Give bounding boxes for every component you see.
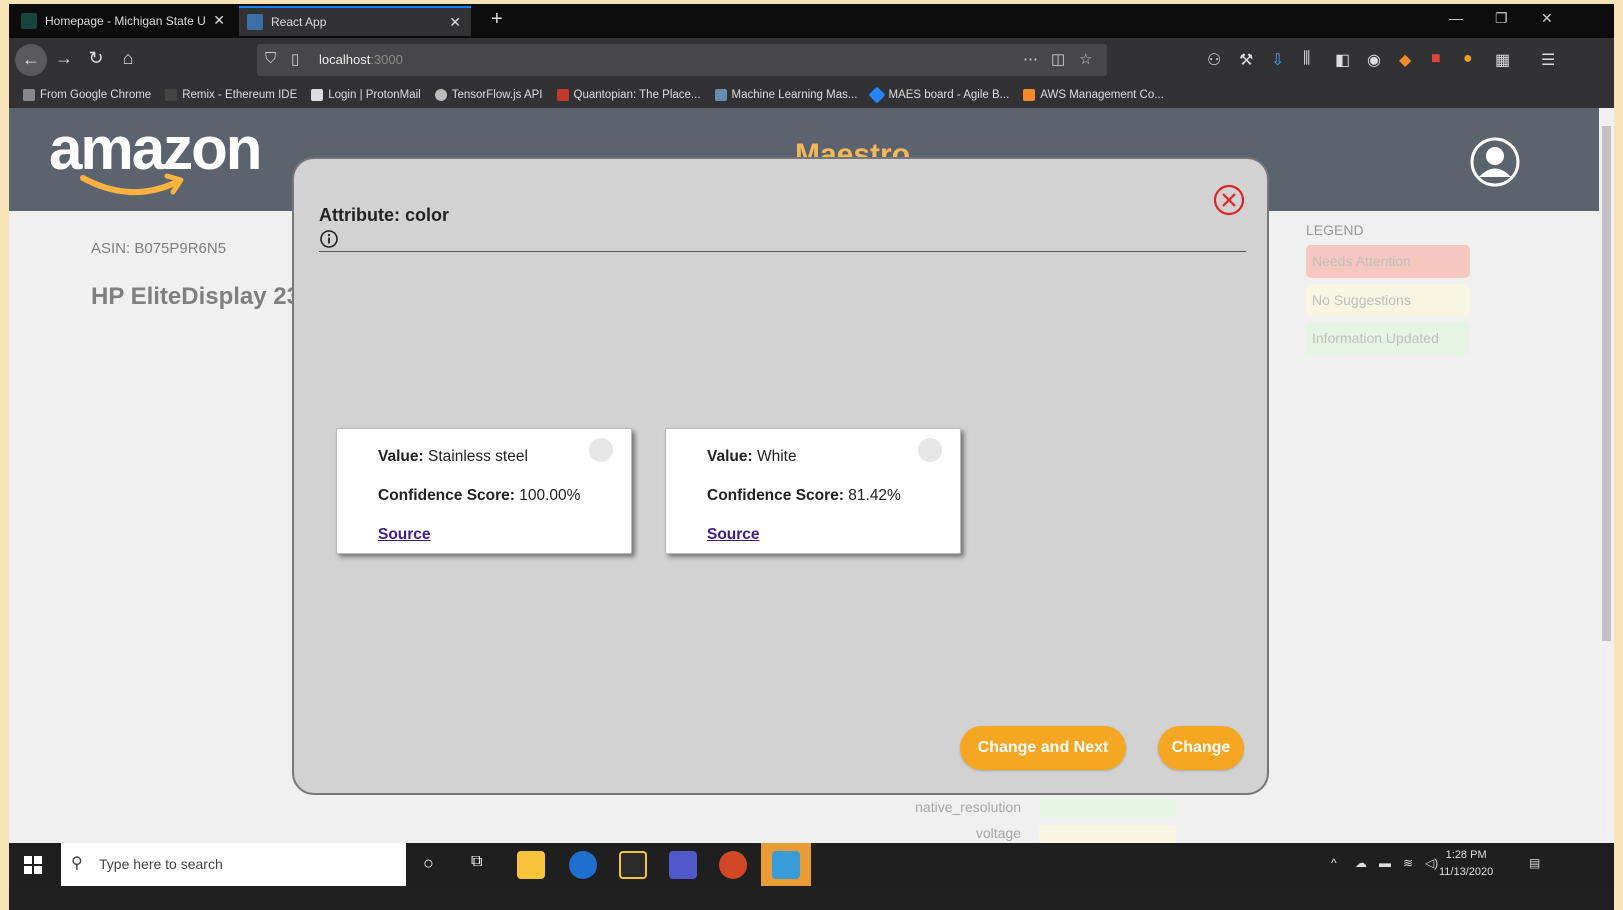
search-icon: ⚲ (71, 855, 83, 872)
close-tab-icon[interactable]: ✕ (449, 14, 461, 31)
firefox-account-icon[interactable]: ◉ (1367, 50, 1381, 70)
task-view-icon[interactable]: ⧉ (471, 853, 482, 871)
modal-title: Attribute: color (319, 205, 449, 225)
sticky-notes-icon[interactable] (619, 851, 647, 879)
globe-icon (434, 89, 447, 101)
screen: Homepage - Michigan State U ✕ React App … (9, 4, 1614, 910)
new-tab-icon[interactable]: + (491, 8, 503, 31)
mlm-icon (714, 89, 727, 101)
bookmark-item[interactable]: TensorFlow.js API (434, 89, 543, 101)
bookmarks-bar: From Google Chrome Remix - Ethereum IDE … (9, 82, 1614, 108)
bookmark-item[interactable]: Remix - Ethereum IDE (165, 89, 297, 101)
firefox-icon[interactable] (569, 851, 597, 879)
taskbar-search[interactable]: ⚲ Type here to search (61, 843, 406, 886)
attribute-modal: Attribute: color Value: Stainless steel … (292, 157, 1269, 795)
remix-icon (165, 89, 178, 101)
bookmark-item[interactable]: Machine Learning Mas... (714, 89, 857, 101)
lock-icon (311, 89, 324, 101)
metamask-icon[interactable]: ◆ (1399, 50, 1411, 70)
select-radio[interactable] (918, 438, 942, 462)
clock-time: 1:28 PM (1445, 849, 1487, 861)
card-confidence: Confidence Score: 100.00% (378, 487, 581, 504)
tray-chevron-icon[interactable]: ^ (1331, 856, 1337, 870)
clock-date: 11/13/2020 (1439, 866, 1494, 878)
teams-icon[interactable] (669, 851, 697, 879)
suggestion-card[interactable]: Value: White Confidence Score: 81.42% So… (665, 428, 961, 554)
modal-divider (319, 251, 1246, 252)
library-icon[interactable]: ⫼ (1303, 50, 1310, 68)
bookmark-item[interactable]: MAES board - Agile B... (868, 86, 1009, 104)
file-explorer-icon[interactable] (517, 851, 545, 879)
close-tab-icon[interactable]: ✕ (213, 12, 225, 29)
bookmark-item[interactable]: Login | ProtonMail (311, 89, 421, 101)
bookmark-star-icon[interactable]: ☆ (1079, 50, 1092, 68)
sidebar-icon[interactable]: ◧ (1335, 50, 1350, 70)
powerpoint-icon[interactable] (719, 851, 747, 879)
bookmark-item[interactable]: Quantopian: The Place... (556, 89, 701, 101)
page-info-icon[interactable]: ▯ (291, 50, 299, 68)
source-link[interactable]: Source (378, 526, 431, 544)
react-favicon-icon (247, 14, 263, 30)
wrench-icon[interactable]: ⚒ (1239, 50, 1253, 70)
account-icon[interactable]: ⚇ (1207, 50, 1221, 70)
windows-taskbar: ⚲ Type here to search ○ ⧉ ^ ☁ ▬ ≋ ◁) 1:2… (9, 843, 1614, 886)
change-button[interactable]: Change (1158, 726, 1244, 770)
battery-icon[interactable]: ▬ (1379, 856, 1391, 870)
onedrive-icon[interactable]: ☁ (1355, 856, 1367, 870)
url-text[interactable]: localhost:3000 (319, 52, 403, 67)
msu-favicon-icon (21, 13, 37, 29)
taskbar-clock[interactable]: 1:28 PM 11/13/2020 (1439, 847, 1493, 881)
scrollbar-thumb[interactable] (1602, 126, 1611, 641)
tab-react-app[interactable]: React App ✕ (239, 6, 471, 36)
windows-start-icon[interactable] (24, 856, 42, 874)
snipping-tool-icon (772, 851, 800, 879)
extensions-grid-icon[interactable]: ▦ (1495, 50, 1510, 70)
info-icon[interactable] (319, 229, 339, 249)
bookmark-item[interactable]: AWS Management Co... (1023, 89, 1164, 101)
home-icon[interactable]: ⌂ (115, 48, 141, 69)
browser-nav-bar: ← → ↻ ⌂ ⛉ ▯ localhost:3000 ⋯ ◫ ☆ ⚇ ⚒ ⇩ ⫼… (9, 38, 1614, 82)
close-modal-icon[interactable] (1212, 183, 1246, 217)
restore-icon[interactable]: ❐ (1495, 10, 1508, 27)
cortana-icon[interactable]: ○ (423, 853, 434, 874)
url-bar[interactable]: ⛉ ▯ localhost:3000 ⋯ ◫ ☆ (257, 44, 1107, 76)
wifi-icon[interactable]: ≋ (1403, 856, 1413, 870)
aws-icon (1023, 89, 1036, 101)
browser-tab-bar: Homepage - Michigan State U ✕ React App … (9, 4, 1614, 38)
card-value: Value: White (707, 448, 797, 465)
source-link[interactable]: Source (707, 526, 760, 544)
card-value: Value: Stainless steel (378, 448, 528, 465)
volume-icon[interactable]: ◁) (1425, 856, 1438, 870)
jira-icon (868, 86, 886, 104)
forward-icon[interactable]: → (51, 48, 77, 69)
active-app-highlight[interactable] (761, 843, 811, 886)
quantopian-icon (556, 89, 569, 101)
download-icon[interactable]: ⇩ (1271, 50, 1284, 70)
card-confidence: Confidence Score: 81.42% (707, 487, 901, 504)
reload-icon[interactable]: ↻ (83, 48, 109, 69)
page-scrollbar[interactable] (1599, 108, 1614, 843)
shield-icon[interactable]: ⛉ (265, 50, 276, 67)
extension-orange-icon[interactable]: ● (1463, 50, 1473, 68)
notifications-icon[interactable]: ▤ (1529, 856, 1540, 870)
more-actions-icon[interactable]: ⋯ (1023, 50, 1038, 68)
bookmark-item[interactable]: From Google Chrome (23, 89, 151, 101)
minimize-icon[interactable]: — (1449, 10, 1463, 26)
tab-label: Homepage - Michigan State U (45, 14, 205, 28)
folder-icon (23, 89, 35, 101)
select-radio[interactable] (589, 438, 613, 462)
extension-red-icon[interactable]: ■ (1431, 50, 1441, 68)
change-and-next-button[interactable]: Change and Next (960, 726, 1126, 770)
back-icon[interactable]: ← (15, 44, 47, 76)
tab-label: React App (271, 15, 327, 29)
search-placeholder: Type here to search (99, 856, 223, 872)
menu-icon[interactable]: ☰ (1541, 50, 1555, 70)
window-close-icon[interactable]: ✕ (1541, 10, 1553, 27)
tab-homepage[interactable]: Homepage - Michigan State U ✕ (13, 6, 235, 36)
pocket-icon[interactable]: ◫ (1051, 50, 1065, 68)
suggestion-card[interactable]: Value: Stainless steel Confidence Score:… (336, 428, 632, 554)
